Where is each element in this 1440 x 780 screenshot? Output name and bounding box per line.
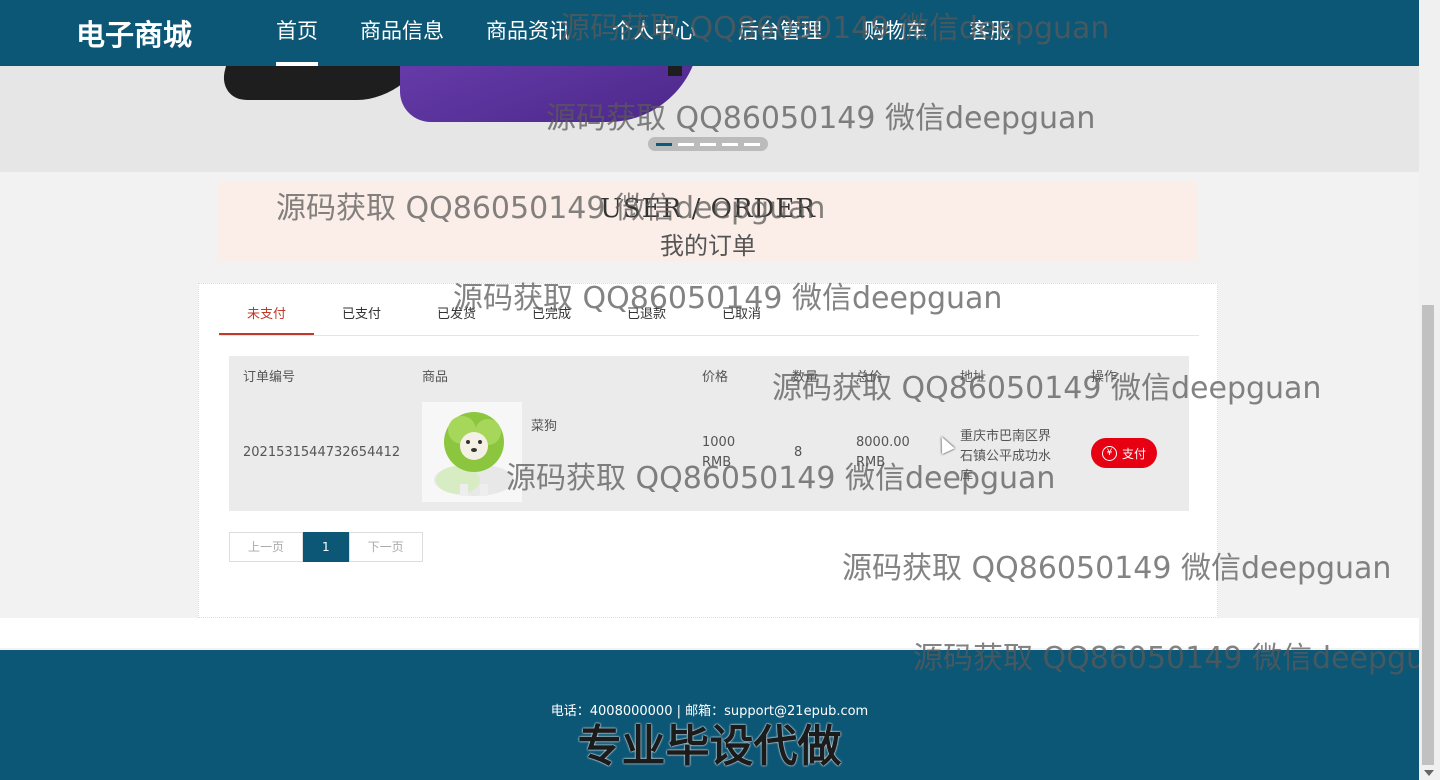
price-unit: RMB <box>702 455 732 470</box>
cabbage-dog-image <box>434 412 514 496</box>
price-value: 1000 <box>702 435 736 450</box>
carousel-indicator <box>648 137 768 151</box>
tab-completed[interactable]: 已完成 <box>504 300 599 335</box>
pagination-prev[interactable]: 上一页 <box>229 532 304 562</box>
carousel-dot-5[interactable] <box>744 142 760 146</box>
col-header-product: 商品 <box>422 370 449 385</box>
site-footer: 电话：4008000000 | 邮箱：support@21epub.com 专业… <box>0 650 1419 780</box>
col-header-quantity: 数量 <box>792 370 819 385</box>
col-header-order-no: 订单编号 <box>243 370 296 385</box>
nav-item-home[interactable]: 首页 <box>255 0 339 66</box>
total-value: 8000.00 <box>856 435 910 450</box>
tab-paid[interactable]: 已支付 <box>314 300 409 335</box>
pay-button-label: 支付 <box>1121 446 1146 461</box>
pagination-page-1[interactable]: 1 <box>303 532 349 562</box>
orders-table: 订单编号 商品 价格 数量 总价 地址 操作 20215315447326544… <box>229 356 1189 511</box>
scrollbar-thumb[interactable] <box>1422 305 1434 765</box>
section-title-en: USER / ORDER <box>600 194 816 224</box>
address-line-1: 重庆市巴南区界 <box>960 429 1052 444</box>
nav-item-cart[interactable]: 购物车 <box>843 0 948 66</box>
nav-item-service[interactable]: 客服 <box>948 0 1032 66</box>
nav-item-news[interactable]: 商品资讯 <box>465 0 591 66</box>
page-scrollbar[interactable] <box>1419 0 1440 780</box>
quantity-value: 8 <box>794 445 803 460</box>
col-header-action: 操作 <box>1091 370 1118 385</box>
address-line-2: 石镇公平成功水 <box>960 449 1052 464</box>
product-thumbnail[interactable] <box>422 402 522 502</box>
nav-item-admin[interactable]: 后台管理 <box>717 0 843 66</box>
col-header-total: 总价 <box>856 370 883 385</box>
carousel-dot-3[interactable] <box>700 142 716 146</box>
tab-cancelled[interactable]: 已取消 <box>694 300 789 335</box>
tab-refunded[interactable]: 已退款 <box>599 300 694 335</box>
yen-icon: ¥ <box>1101 445 1117 461</box>
scroll-down-arrow-icon[interactable] <box>1424 770 1434 776</box>
main-menu: 首页 商品信息 商品资讯 个人中心 后台管理 购物车 客服 <box>255 0 1032 66</box>
top-navbar: 电子商城 首页 商品信息 商品资讯 个人中心 后台管理 购物车 客服 <box>0 0 1419 66</box>
col-header-price: 价格 <box>702 370 729 385</box>
pay-button[interactable]: ¥ 支付 <box>1091 438 1157 468</box>
total-unit: RMB <box>856 455 886 470</box>
carousel-dot-4[interactable] <box>722 142 738 146</box>
site-brand[interactable]: 电子商城 <box>76 12 192 54</box>
tab-shipped[interactable]: 已发货 <box>409 300 504 335</box>
content-bottom-spacer <box>0 618 1419 648</box>
carousel-dot-1[interactable] <box>656 142 672 146</box>
carousel-dot-2[interactable] <box>678 142 694 146</box>
pagination: 上一页 1 下一页 <box>229 532 423 562</box>
section-title-cn: 我的订单 <box>660 232 756 260</box>
product-name[interactable]: 菜狗 <box>531 415 557 434</box>
section-title-box: USER / ORDER 我的订单 <box>218 182 1198 262</box>
orders-panel: 未支付 已支付 已发货 已完成 已退款 已取消 订单编号 商品 价格 数量 总价… <box>198 283 1218 618</box>
nav-item-products[interactable]: 商品信息 <box>339 0 465 66</box>
nav-item-user-center[interactable]: 个人中心 <box>591 0 717 66</box>
pagination-next[interactable]: 下一页 <box>348 532 423 562</box>
order-status-tabs: 未支付 已支付 已发货 已完成 已退款 已取消 <box>219 300 1199 336</box>
order-number: 2021531544732654412 <box>243 445 401 460</box>
footer-promo-text: 专业毕设代做 <box>577 721 842 772</box>
col-header-address: 地址 <box>960 370 987 385</box>
address-line-3: 库 <box>960 469 974 484</box>
tab-unpaid[interactable]: 未支付 <box>219 300 314 335</box>
